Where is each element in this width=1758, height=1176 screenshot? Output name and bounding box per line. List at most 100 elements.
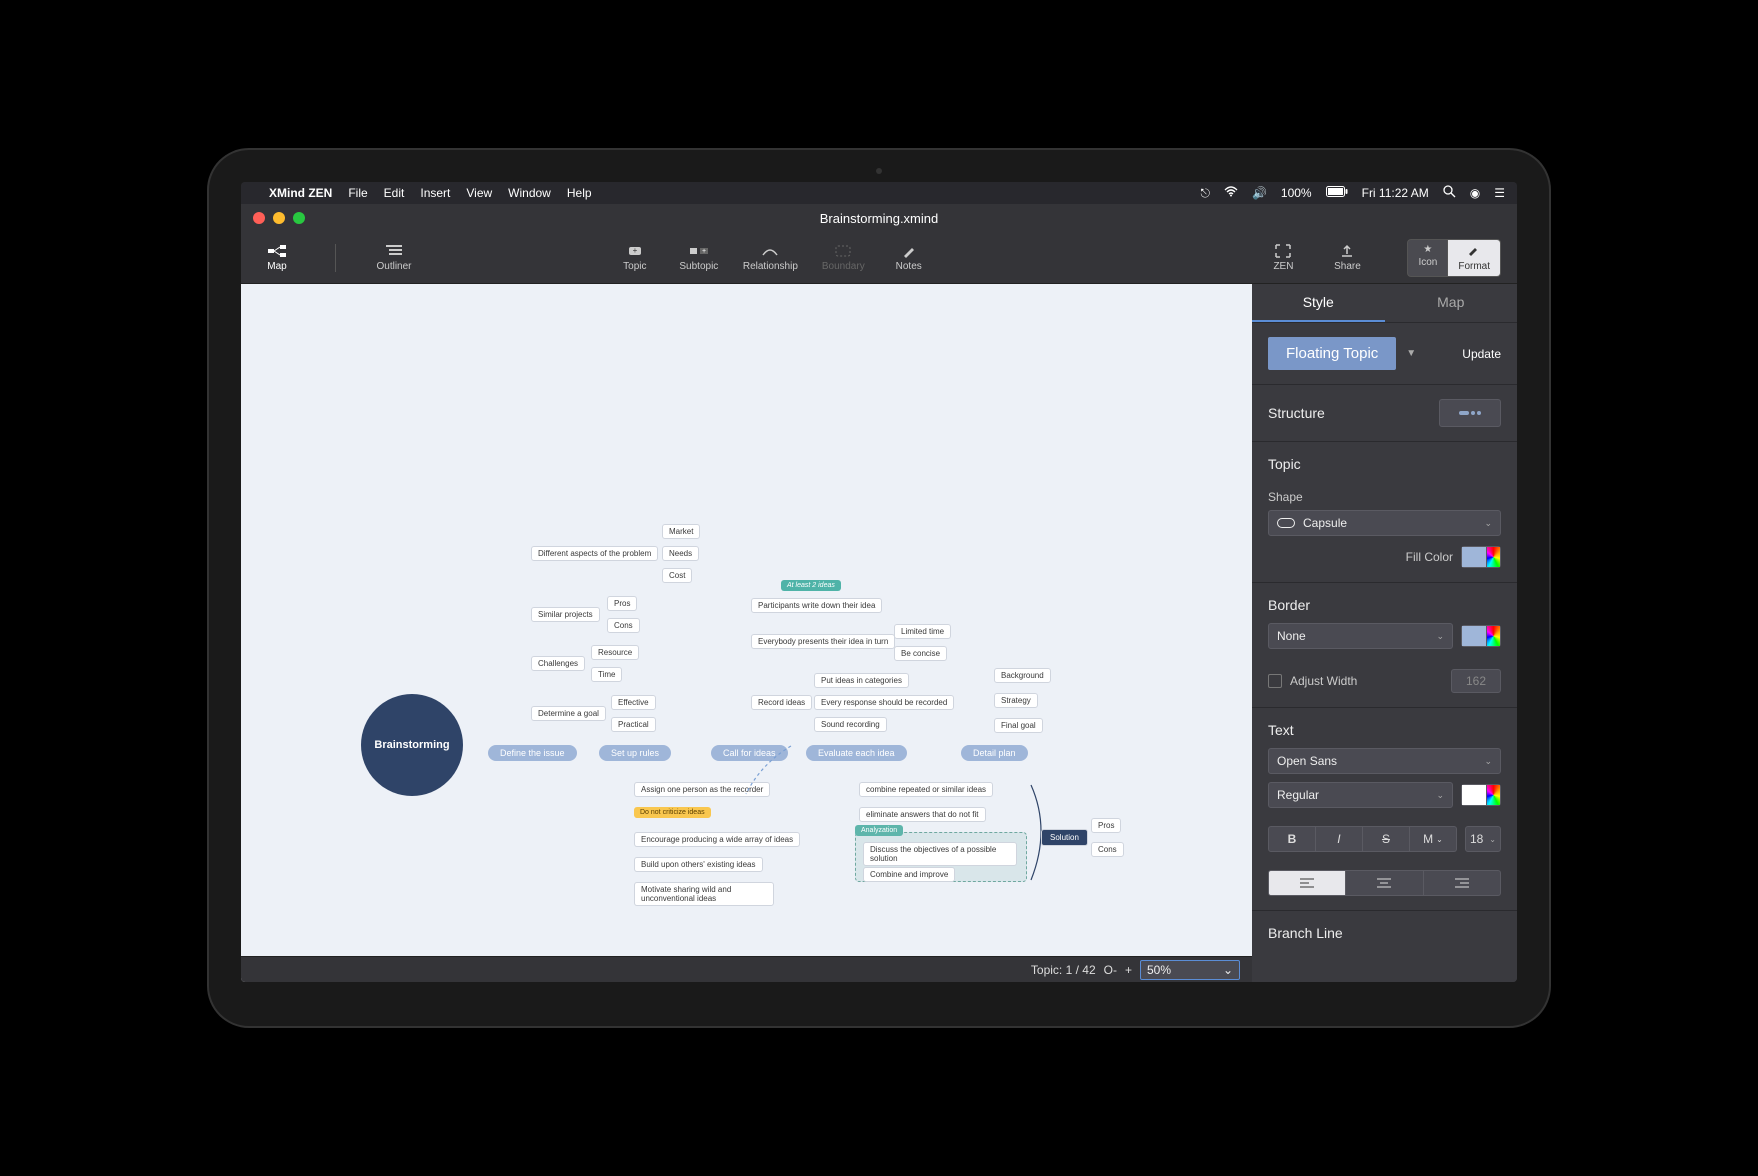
volume-icon[interactable]: 🔊 [1252,186,1267,200]
sub-node[interactable]: eliminate answers that do not fit [859,807,986,822]
border-style-select[interactable]: None ⌄ [1268,623,1453,649]
more-text-button[interactable]: M ⌄ [1410,826,1457,852]
outliner-view-button[interactable]: Outliner [374,244,414,272]
main-topic[interactable]: Define the issue [488,745,577,761]
sub-node[interactable]: Practical [611,717,656,732]
zen-button[interactable]: ZEN [1263,244,1303,272]
menu-help[interactable]: Help [567,186,592,200]
sub-node[interactable]: Pros [1091,818,1121,833]
sub-node[interactable]: Build upon others' existing ideas [634,857,763,872]
notification-center-icon[interactable]: ☰ [1494,186,1505,200]
sub-node[interactable]: Participants write down their idea [751,598,882,613]
adjust-width-checkbox[interactable] [1268,674,1282,688]
sub-node[interactable]: Resource [591,645,639,660]
structure-selector[interactable] [1439,399,1501,427]
menu-view[interactable]: View [466,186,492,200]
tab-style[interactable]: Style [1252,284,1385,322]
zoom-out-button[interactable]: O- [1104,963,1117,977]
sub-node[interactable]: Cost [662,568,692,583]
sub-node[interactable]: Sound recording [814,717,887,732]
tab-map[interactable]: Map [1385,284,1518,322]
mindmap-canvas[interactable]: Brainstorming Define the issue Set up ru… [241,284,1252,982]
font-weight-select[interactable]: Regular ⌄ [1268,782,1453,808]
sub-node[interactable]: Cons [1091,842,1124,857]
battery-icon[interactable] [1326,186,1348,200]
minimize-window-button[interactable] [273,212,285,224]
siri-icon[interactable]: ◉ [1470,186,1480,200]
sub-node[interactable]: Combine and improve [863,867,955,882]
sub-node[interactable]: Background [994,668,1051,683]
sub-node[interactable]: Encourage producing a wide array of idea… [634,832,800,847]
zoom-in-button[interactable]: + [1125,963,1132,977]
main-topic[interactable]: Evaluate each idea [806,745,907,761]
app-name-menu[interactable]: XMind ZEN [269,186,332,200]
sub-node[interactable]: Record ideas [751,695,812,710]
main-topic[interactable]: Set up rules [599,745,671,761]
menu-window[interactable]: Window [508,186,551,200]
sub-node[interactable]: Market [662,524,700,539]
sub-node[interactable]: Final goal [994,718,1043,733]
sub-node[interactable]: combine repeated or similar ideas [859,782,993,797]
format-panel-button[interactable]: Format [1448,239,1501,277]
callout[interactable]: At least 2 ideas [781,580,841,591]
sub-node[interactable]: Strategy [994,693,1038,708]
align-center-button[interactable] [1346,870,1423,896]
main-topic[interactable]: Detail plan [961,745,1028,761]
italic-button[interactable]: I [1316,826,1363,852]
sub-node[interactable]: Discuss the objectives of a possible sol… [863,842,1017,866]
topic-button[interactable]: + Topic [615,244,655,272]
fill-color-picker[interactable] [1461,546,1501,568]
sub-node[interactable]: Challenges [531,656,585,671]
zoom-select[interactable]: 50% ⌄ [1140,960,1240,980]
menu-edit[interactable]: Edit [384,186,405,200]
font-size-input[interactable]: 18 ⌄ [1465,826,1501,852]
sub-node[interactable]: Determine a goal [531,706,606,721]
width-input[interactable]: 162 [1451,669,1501,693]
menu-insert[interactable]: Insert [420,186,450,200]
relationship-icon [761,244,779,258]
sub-node[interactable]: Effective [611,695,656,710]
svg-text:+: + [702,248,706,255]
sub-node[interactable]: Motivate sharing wild and unconventional… [634,882,774,906]
wifi-icon[interactable] [1224,186,1238,200]
close-window-button[interactable] [253,212,265,224]
border-color-picker[interactable] [1461,625,1501,647]
bold-button[interactable]: B [1268,826,1316,852]
menu-file[interactable]: File [348,186,367,200]
icon-panel-button[interactable]: ★ Icon [1407,239,1448,277]
sub-node[interactable]: Limited time [894,624,951,639]
sub-node[interactable]: Everybody presents their idea in turn [751,634,895,649]
shape-select[interactable]: Capsule ⌄ [1268,510,1501,536]
sub-node[interactable]: Cons [607,618,640,633]
bluetooth-icon[interactable]: ⎋ [1200,186,1210,201]
topic-preset-chip[interactable]: Floating Topic [1268,337,1396,370]
sub-node[interactable]: Time [591,667,622,682]
subtopic-button[interactable]: + Subtopic [679,244,719,272]
align-right-button[interactable] [1424,870,1501,896]
align-left-button[interactable] [1268,870,1346,896]
strike-button[interactable]: S [1363,826,1410,852]
map-view-button[interactable]: Map [257,244,297,272]
text-heading: Text [1268,722,1294,738]
sub-node[interactable]: Pros [607,596,637,611]
summary-node[interactable]: Solution [1041,829,1088,846]
boundary-label[interactable]: Analyzation [855,825,903,836]
preset-dropdown-icon[interactable]: ▼ [1406,348,1416,359]
sub-node-highlighted[interactable]: Do not criticize ideas [634,807,711,818]
central-topic[interactable]: Brainstorming [361,694,463,796]
sub-node[interactable]: Every response should be recorded [814,695,954,710]
sub-node[interactable]: Put ideas in categories [814,673,909,688]
sub-node[interactable]: Needs [662,546,699,561]
sub-node[interactable]: Different aspects of the problem [531,546,658,561]
clock[interactable]: Fri 11:22 AM [1362,186,1429,200]
relationship-button[interactable]: Relationship [743,244,798,272]
text-color-picker[interactable] [1461,784,1501,806]
font-family-select[interactable]: Open Sans ⌄ [1268,748,1501,774]
share-button[interactable]: Share [1327,244,1367,272]
fullscreen-window-button[interactable] [293,212,305,224]
spotlight-icon[interactable] [1443,185,1456,201]
notes-button[interactable]: Notes [889,244,929,272]
sub-node[interactable]: Similar projects [531,607,600,622]
preset-update-button[interactable]: Update [1462,347,1501,361]
sub-node[interactable]: Be concise [894,646,947,661]
